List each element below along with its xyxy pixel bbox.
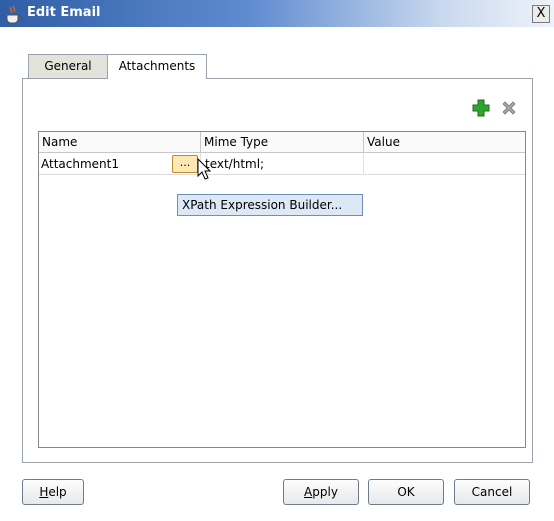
attachments-table: Name Mime Type Value Attachment1 ... tex… [38,131,526,448]
edit-email-dialog: Edit Email X General Attachments Name Mi… [0,0,554,521]
coffee-cup-icon [6,5,23,24]
help-label-rest: elp [48,485,67,499]
cell-name[interactable]: Attachment1 ... [39,153,201,175]
cancel-button[interactable]: Cancel [454,479,530,505]
cell-value[interactable] [364,153,525,175]
close-button[interactable]: X [532,5,550,23]
column-header-mime-type[interactable]: Mime Type [201,132,364,153]
plus-icon[interactable] [471,98,491,118]
help-button[interactable]: Help [22,479,84,505]
table-row[interactable]: Attachment1 ... text/html; [39,153,525,175]
mouse-cursor-icon [197,158,212,180]
cell-mime-type[interactable]: text/html; [201,153,364,175]
window-title: Edit Email [27,5,101,20]
column-header-value[interactable]: Value [364,132,525,153]
column-header-name[interactable]: Name [39,132,201,153]
ok-button[interactable]: OK [368,479,444,505]
close-x-icon[interactable] [499,98,519,118]
apply-button[interactable]: Apply [283,479,359,505]
tab-general[interactable]: General [28,54,108,79]
help-mnemonic: H [39,485,49,499]
xpath-builder-tooltip: XPath Expression Builder... [177,194,363,216]
apply-label-rest: pply [312,485,338,499]
ellipsis-button[interactable]: ... [172,155,198,173]
tab-attachments[interactable]: Attachments [107,54,207,79]
title-bar[interactable]: Edit Email X [0,0,554,27]
cell-name-text: Attachment1 [41,157,119,171]
